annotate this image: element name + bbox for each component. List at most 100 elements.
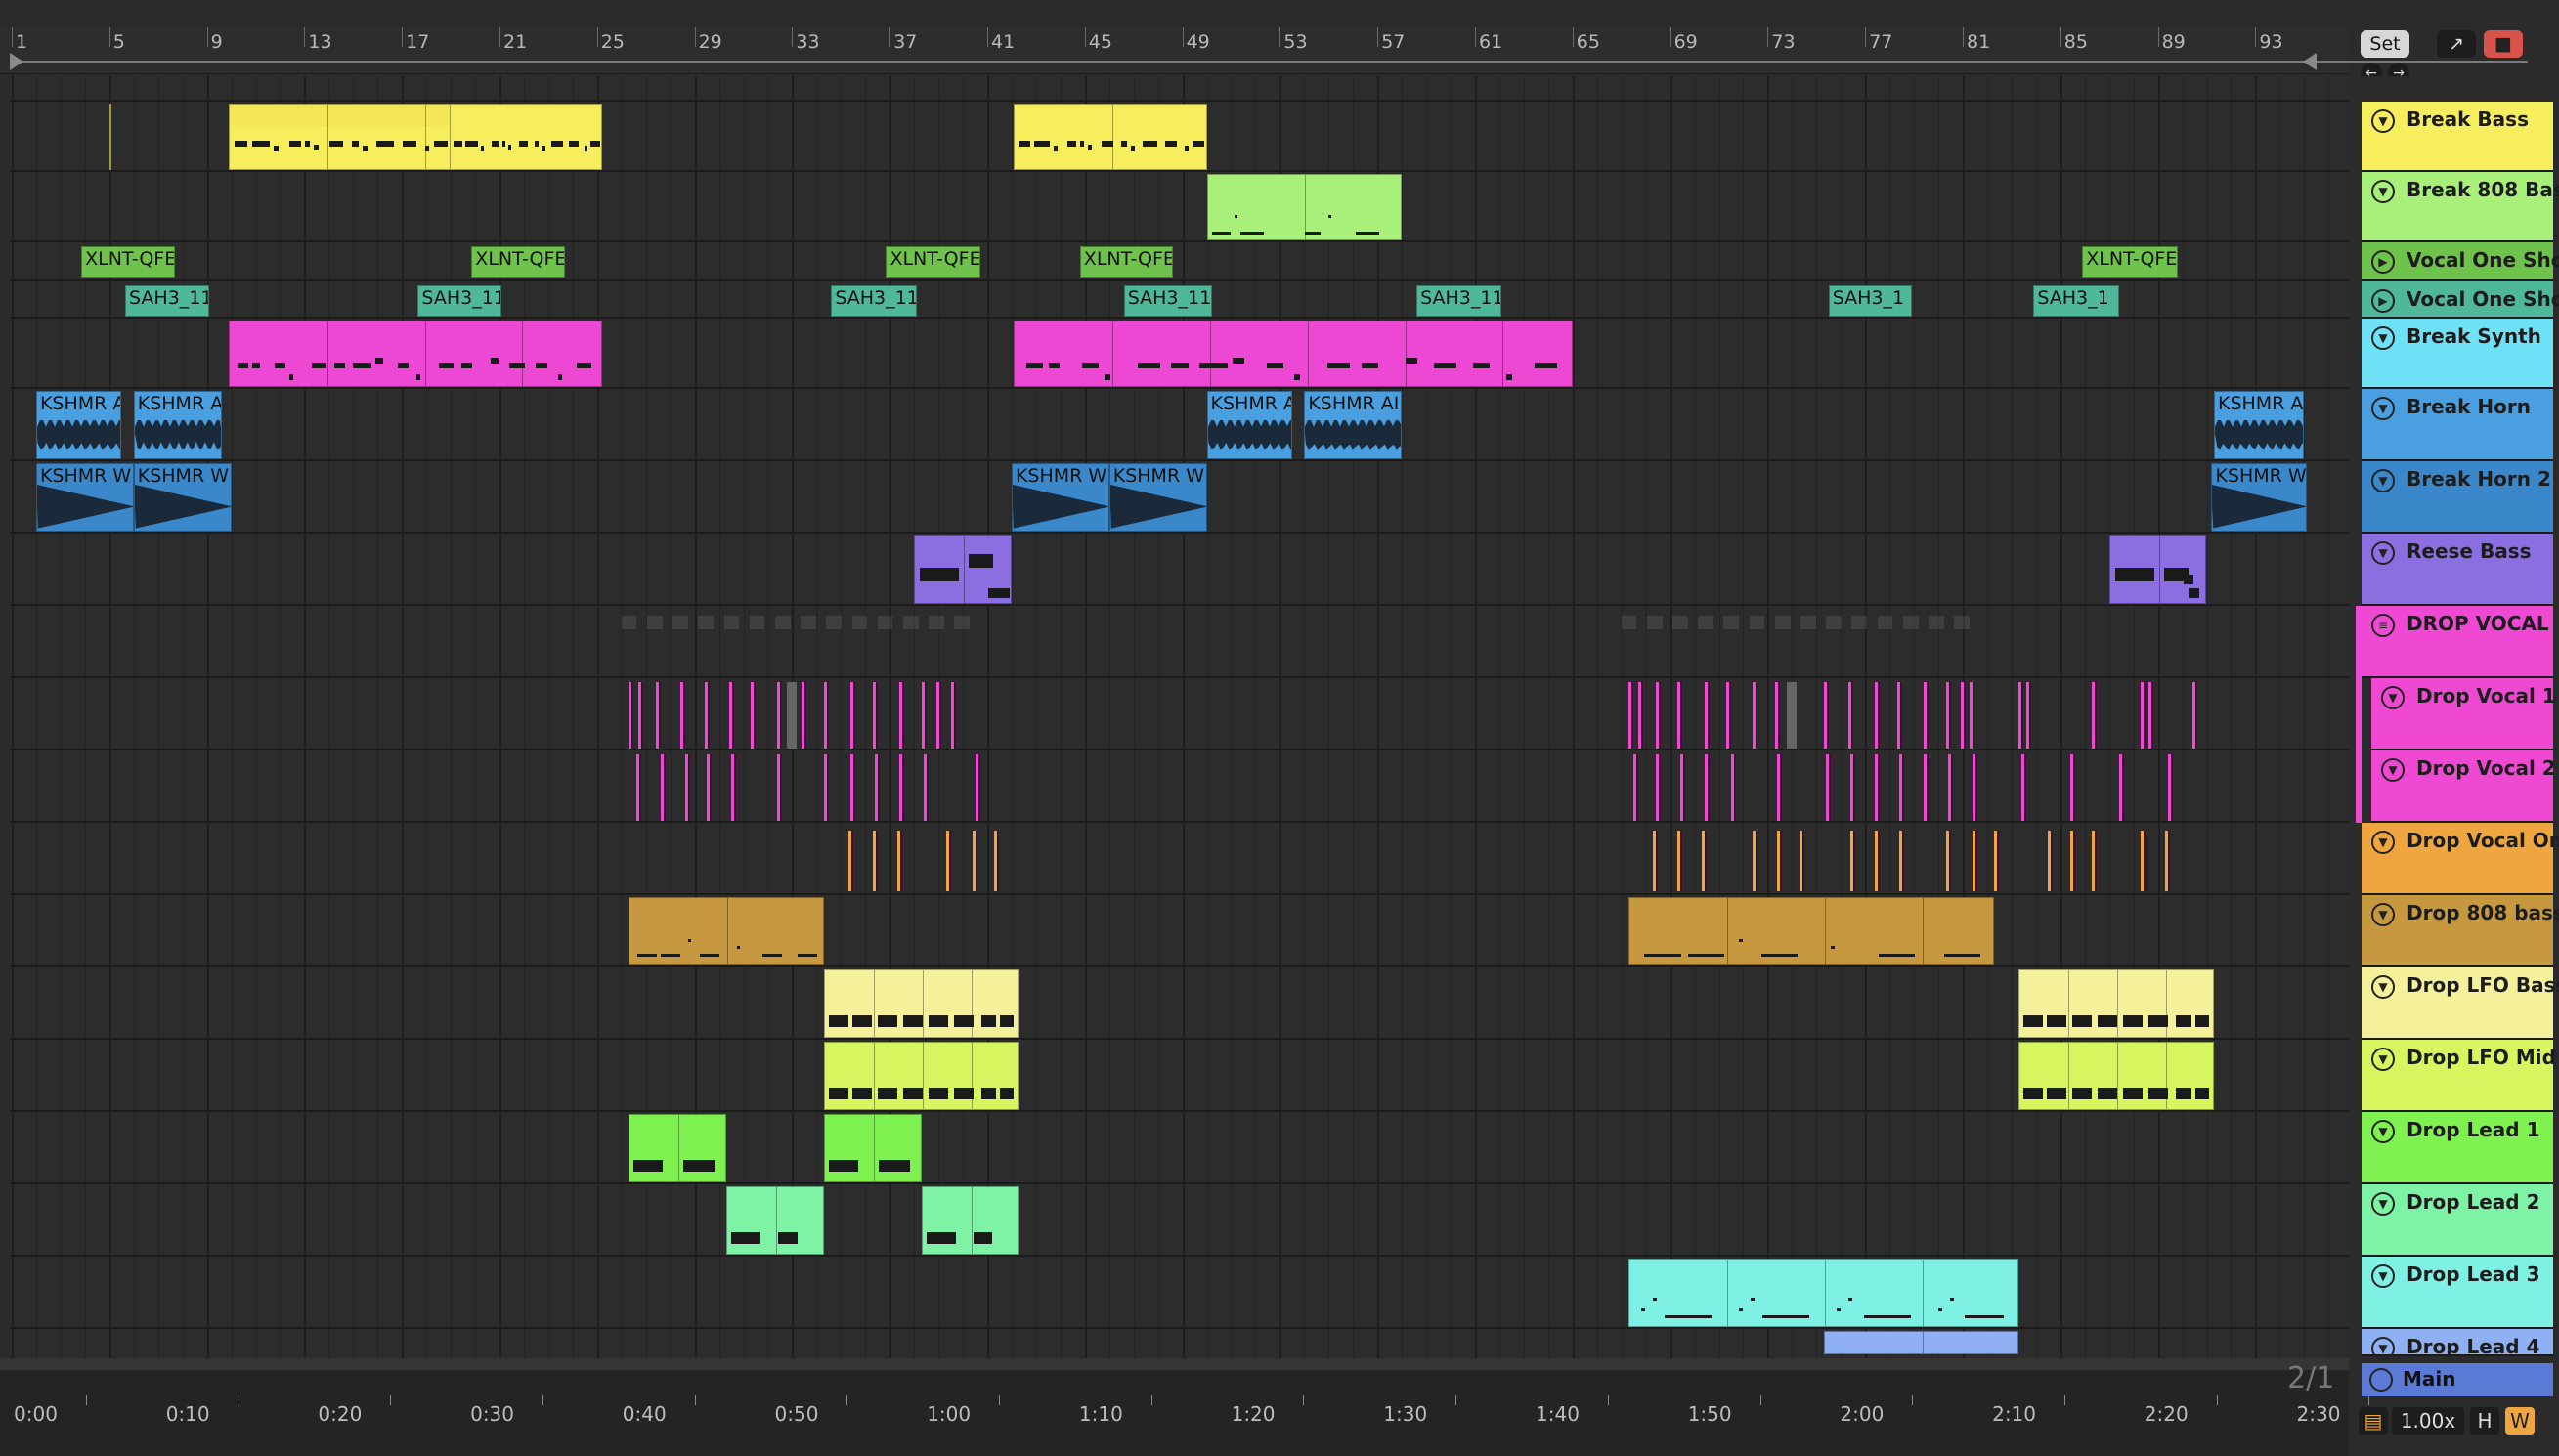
beat-ruler[interactable]: 1 5 9 13 17 21 25 29 33 37 41 45 49 53 57 61 65 69 73 77 81 8… — [0, 27, 2349, 74]
audio-slice[interactable] — [945, 831, 951, 891]
arrangement-clip[interactable]: KSHMR A — [35, 391, 122, 459]
audio-slice[interactable] — [1799, 831, 1804, 891]
audio-slice[interactable] — [707, 754, 713, 821]
audio-slice[interactable] — [777, 682, 783, 749]
audio-slice[interactable] — [1653, 831, 1659, 891]
play-icon[interactable]: ▶ — [2371, 250, 2395, 274]
track-header[interactable]: ▼ Drop Vocal On — [2362, 823, 2559, 895]
loop-brace[interactable] — [10, 61, 2528, 63]
track-header[interactable]: ▼ Reese Bass — [2362, 534, 2553, 606]
arrangement-clip[interactable]: XLNT-QFE — [81, 246, 176, 278]
audio-slice[interactable] — [950, 682, 956, 749]
arrangement-clip[interactable]: SAH3_11 — [125, 285, 210, 317]
w-button[interactable]: W — [2505, 1407, 2535, 1435]
audio-slice[interactable] — [899, 682, 905, 749]
audio-slice[interactable] — [750, 682, 756, 749]
audio-slice[interactable] — [1704, 682, 1710, 749]
audio-slice[interactable] — [2118, 754, 2124, 821]
arrangement-clip[interactable] — [823, 1114, 922, 1182]
audio-slice[interactable] — [1704, 754, 1710, 821]
fold-arrow-icon[interactable]: ▼ — [2381, 758, 2405, 782]
fold-arrow-icon[interactable] — [2369, 1368, 2393, 1392]
track-header[interactable]: ▼ Drop Vocal 2 — [2371, 750, 2556, 823]
track-header[interactable]: ▼ Drop Lead 1 — [2362, 1112, 2553, 1184]
audio-slice[interactable] — [850, 754, 856, 821]
fold-arrow-icon[interactable]: ▼ — [2371, 975, 2395, 999]
fold-arrow-icon[interactable]: ▼ — [2371, 326, 2395, 350]
arrangement-clip[interactable]: KSHMR W — [133, 463, 232, 532]
track-header[interactable]: ≡ DROP VOCAL — [2362, 606, 2553, 678]
audio-slice[interactable] — [1702, 831, 1708, 891]
audio-slice[interactable] — [679, 682, 685, 749]
arrangement-clip[interactable] — [1014, 104, 1207, 170]
track-header[interactable]: ▼ Break Bass — [2362, 102, 2553, 172]
audio-slice[interactable] — [935, 682, 941, 749]
audio-slice[interactable] — [1774, 682, 1780, 749]
audio-slice[interactable] — [1945, 831, 1951, 891]
track-header[interactable]: ▼ Drop 808 bass — [2362, 895, 2559, 967]
audio-slice[interactable] — [823, 754, 829, 821]
audio-slice[interactable] — [1823, 682, 1829, 749]
arrangement-clip[interactable] — [1823, 1331, 2019, 1354]
audio-slice[interactable] — [850, 682, 856, 749]
audio-slice[interactable] — [875, 754, 881, 821]
audio-slice[interactable] — [2018, 682, 2024, 749]
arrangement-clip[interactable]: KSHMR A — [2213, 391, 2305, 459]
audio-slice[interactable] — [635, 754, 641, 821]
arrangement-clip[interactable] — [449, 104, 602, 170]
audio-slice[interactable] — [1655, 754, 1661, 821]
audio-slice[interactable] — [847, 831, 853, 891]
h-button[interactable]: H — [2470, 1407, 2499, 1435]
audio-slice[interactable] — [728, 682, 734, 749]
audio-slice[interactable] — [1896, 682, 1902, 749]
fold-arrow-icon[interactable]: ▼ — [2371, 469, 2395, 492]
arrangement-clip[interactable] — [1014, 321, 1573, 387]
fold-arrow-icon[interactable]: ▼ — [2371, 1337, 2395, 1360]
arrangement-clip[interactable]: XLNT-QFE — [886, 246, 980, 278]
audio-slice[interactable] — [896, 831, 902, 891]
audio-slice[interactable] — [660, 754, 666, 821]
arrangement-clip[interactable] — [629, 1114, 727, 1182]
track-header[interactable]: ▼ Break Synth — [2362, 319, 2553, 389]
audio-slice[interactable] — [1753, 682, 1758, 749]
audio-slice[interactable] — [2092, 682, 2098, 749]
audio-slice[interactable] — [1899, 831, 1905, 891]
main-track-header[interactable]: Main — [2362, 1363, 2553, 1396]
arrangement-clip[interactable]: XLNT-QFE — [1079, 246, 1173, 278]
play-icon[interactable]: ▶ — [2371, 289, 2395, 313]
arrangement-clip[interactable]: KSHMR W — [35, 463, 134, 532]
audio-slice[interactable] — [1945, 682, 1951, 749]
arrangement-clip[interactable]: KSHMR A — [133, 391, 222, 459]
arrangement-clip[interactable] — [2108, 535, 2207, 604]
audio-slice[interactable] — [1875, 831, 1881, 891]
arrangement-clip[interactable] — [823, 969, 1019, 1038]
audio-slice[interactable] — [777, 754, 783, 821]
arrangement-clip[interactable] — [629, 897, 824, 965]
audio-slice[interactable] — [1679, 754, 1685, 821]
audio-slice[interactable] — [629, 682, 634, 749]
audio-slice[interactable] — [1850, 754, 1856, 821]
audio-slice[interactable] — [704, 682, 710, 749]
muted-slice[interactable] — [787, 682, 798, 749]
track-header[interactable]: ▼ Break 808 Bass — [2362, 172, 2559, 242]
track-header[interactable]: ▼ Drop Vocal 1 — [2371, 678, 2556, 750]
arrangement-clip[interactable]: KSHMR W — [1011, 463, 1109, 532]
audio-slice[interactable] — [2069, 831, 2075, 891]
arrangement-clip[interactable]: KSHMR A — [1206, 391, 1292, 459]
audio-slice[interactable] — [1677, 831, 1683, 891]
fold-arrow-icon[interactable]: ▼ — [2371, 1192, 2395, 1216]
audio-slice[interactable] — [921, 682, 927, 749]
audio-slice[interactable] — [872, 831, 878, 891]
fold-arrow-icon[interactable]: ▼ — [2371, 1264, 2395, 1288]
track-header[interactable]: ▼ Break Horn — [2362, 389, 2553, 461]
arrangement-clips-area[interactable]: XLNT-QFE XLNT-QFE XLNT-QFE XLNT-QFE XLNT-QFE… — [10, 76, 2349, 1358]
audio-slice[interactable] — [1972, 754, 1977, 821]
arrangement-clip[interactable]: KSHMR W — [2211, 463, 2307, 532]
arrangement-clip[interactable] — [1206, 174, 1403, 240]
arrangement-clip[interactable]: SAH3_11 — [831, 285, 917, 317]
audio-slice[interactable] — [1970, 682, 1975, 749]
audio-slice[interactable] — [2147, 682, 2153, 749]
arrangement-clip[interactable] — [229, 321, 602, 387]
audio-slice[interactable] — [823, 682, 829, 749]
arrangement-clip[interactable]: SAH3_1 — [2033, 285, 2119, 317]
